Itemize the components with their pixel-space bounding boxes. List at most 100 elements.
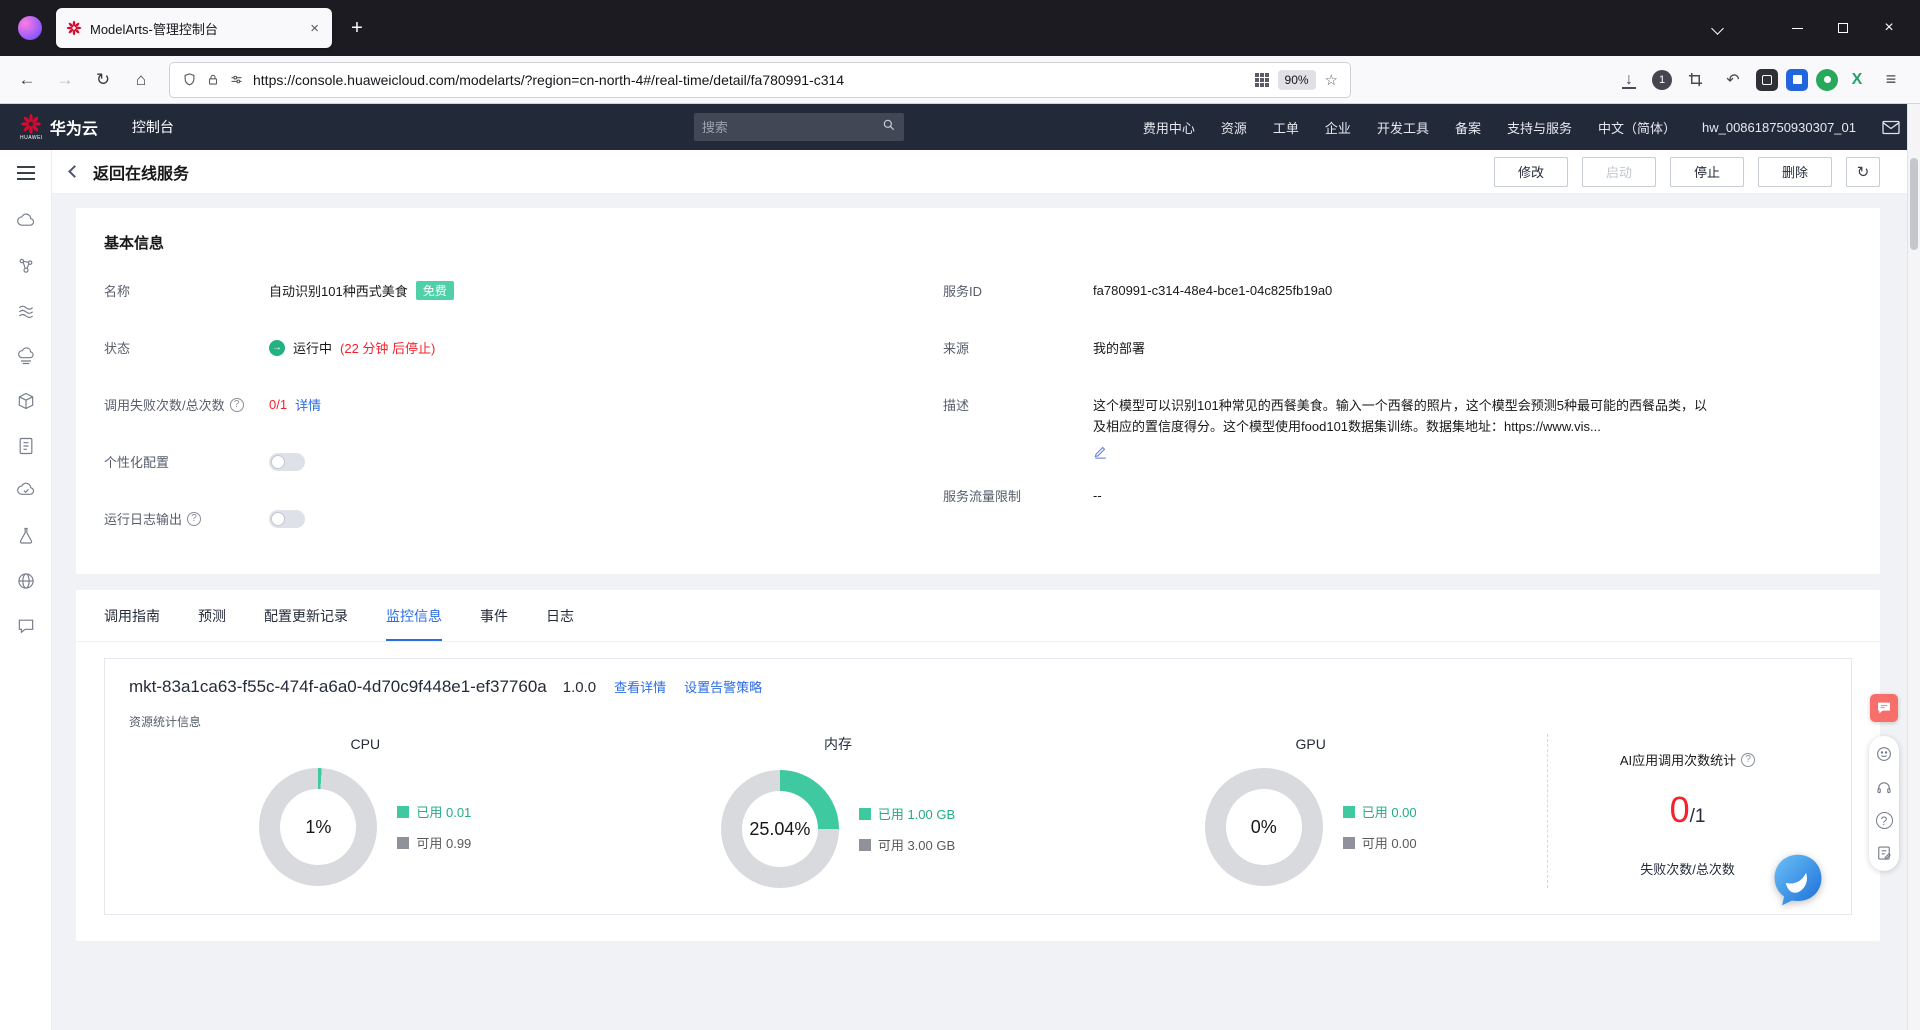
extension-icon-3[interactable] xyxy=(1816,68,1838,91)
app-body: 返回在线服务 修改 启动 停止 删除 ↻ 基本信息 名称 自动识别101种西式美… xyxy=(0,150,1920,1030)
firefox-view-icon[interactable] xyxy=(18,16,42,40)
modify-button[interactable]: 修改 xyxy=(1494,156,1568,187)
nav-account[interactable]: hw_008618750930307_01 xyxy=(1702,120,1856,135)
rail-document-icon[interactable] xyxy=(14,436,38,456)
tab-close-icon[interactable]: × xyxy=(307,20,322,37)
back-button[interactable]: ← xyxy=(10,63,44,97)
console-home-link[interactable]: 控制台 xyxy=(132,117,174,137)
delete-button[interactable]: 删除 xyxy=(1758,156,1832,187)
window-close-button[interactable]: × xyxy=(1866,8,1912,48)
log-output-toggle[interactable] xyxy=(269,509,305,528)
new-tab-button[interactable]: + xyxy=(340,11,374,45)
all-tabs-chevron-icon[interactable] xyxy=(1711,21,1724,35)
traffic-limit-label: 服务流量限制 xyxy=(943,488,1022,504)
rail-compute-icon[interactable] xyxy=(14,211,38,231)
help-icon[interactable]: ? xyxy=(1741,752,1756,767)
extension-icon-1[interactable] xyxy=(1756,68,1778,91)
console-search-input[interactable] xyxy=(701,119,882,135)
back-chevron-icon[interactable] xyxy=(68,165,81,178)
nav-enterprise[interactable]: 企业 xyxy=(1325,118,1351,137)
set-alarm-link[interactable]: 设置告警策略 xyxy=(684,677,762,696)
extension-icon-2[interactable] xyxy=(1786,68,1808,91)
screenshot-crop-icon[interactable] xyxy=(1680,65,1710,95)
smiley-icon[interactable] xyxy=(1874,744,1894,764)
tracking-shield-icon[interactable] xyxy=(182,72,197,87)
page-scrollbar[interactable] xyxy=(1907,104,1920,1030)
personalized-config-toggle[interactable] xyxy=(269,452,305,471)
page-header: 返回在线服务 修改 启动 停止 删除 ↻ xyxy=(52,150,1920,194)
free-legend-swatch xyxy=(858,838,871,851)
tab-call-guide[interactable]: 调用指南 xyxy=(104,590,160,641)
home-button[interactable]: ⌂ xyxy=(124,63,158,97)
survey-icon[interactable] xyxy=(1874,843,1894,863)
rail-cloud-service-icon[interactable] xyxy=(14,481,38,501)
tab-logs[interactable]: 日志 xyxy=(546,590,574,641)
service-actions: 修改 启动 停止 删除 ↻ xyxy=(1494,156,1880,187)
used-legend-swatch xyxy=(858,807,871,820)
question-icon[interactable]: ? xyxy=(1875,812,1893,829)
bird-widget[interactable] xyxy=(1768,850,1828,910)
browser-tab-strip: ModelArts-管理控制台 × + × xyxy=(0,0,1920,56)
window-minimize-button[interactable] xyxy=(1774,8,1820,48)
gpu-chart-title: GPU xyxy=(1295,736,1326,752)
bookmark-star-icon[interactable]: ☆ xyxy=(1325,71,1338,89)
nav-language[interactable]: 中文（简体） xyxy=(1598,118,1676,137)
tab-config-history[interactable]: 配置更新记录 xyxy=(264,590,348,641)
browser-tab-active[interactable]: ModelArts-管理控制台 × xyxy=(56,8,332,48)
edit-description-icon[interactable] xyxy=(1093,444,1108,459)
nav-resources[interactable]: 资源 xyxy=(1221,118,1247,137)
page-action-grid-icon[interactable] xyxy=(1254,72,1269,87)
help-icon[interactable]: ? xyxy=(229,397,244,412)
rail-model-icon[interactable] xyxy=(14,256,38,276)
site-permissions-icon[interactable] xyxy=(229,72,244,87)
headset-icon[interactable] xyxy=(1874,778,1894,798)
app-menu-icon[interactable]: ≡ xyxy=(1876,65,1906,95)
rail-data-icon[interactable] xyxy=(14,346,38,366)
console-search[interactable] xyxy=(693,113,904,141)
start-button[interactable]: 启动 xyxy=(1582,156,1656,187)
nav-dev-tools[interactable]: 开发工具 xyxy=(1377,118,1429,137)
tab-monitor[interactable]: 监控信息 xyxy=(386,590,442,641)
help-icon[interactable]: ? xyxy=(187,511,202,526)
rail-experiment-icon[interactable] xyxy=(14,526,38,546)
nav-tickets[interactable]: 工单 xyxy=(1273,118,1299,137)
rail-support-chat-icon[interactable] xyxy=(14,616,38,636)
view-detail-link[interactable]: 查看详情 xyxy=(614,677,666,696)
forward-button[interactable]: → xyxy=(48,63,82,97)
rail-container-icon[interactable] xyxy=(14,391,38,411)
traffic-limit-value: -- xyxy=(1093,487,1102,503)
huawei-cloud-logo[interactable]: HUAWEI 华为云 xyxy=(20,113,98,141)
downloads-button[interactable]: ↓ xyxy=(1614,65,1644,95)
url-text[interactable]: https://console.huaweicloud.com/modelart… xyxy=(253,72,1246,88)
undo-icon[interactable]: ↶ xyxy=(1718,65,1748,95)
menu-hamburger-icon[interactable] xyxy=(16,166,35,180)
traffic-limit-row: 服务流量限制 -- xyxy=(943,486,1852,505)
personalized-config-label: 个性化配置 xyxy=(104,455,170,470)
notification-badge-icon[interactable]: 1 xyxy=(1652,69,1672,90)
tab-predict[interactable]: 预测 xyxy=(198,590,226,641)
reload-button[interactable]: ↻ xyxy=(86,63,120,97)
scrollbar-thumb[interactable] xyxy=(1910,158,1918,250)
extension-icon-4[interactable]: X xyxy=(1846,69,1868,91)
nav-support[interactable]: 支持与服务 xyxy=(1507,118,1572,137)
mail-icon[interactable] xyxy=(1882,120,1900,135)
fail-detail-link[interactable]: 详情 xyxy=(295,395,321,414)
rail-network-icon[interactable] xyxy=(14,571,38,591)
address-bar[interactable]: https://console.huaweicloud.com/modelart… xyxy=(170,62,1350,97)
nav-icp[interactable]: 备案 xyxy=(1455,118,1481,137)
cpu-chart-group: CPU 1% 已用 0.01 可用 0.99 xyxy=(129,736,602,886)
zoom-level-indicator[interactable]: 90% xyxy=(1277,69,1316,90)
refresh-button[interactable]: ↻ xyxy=(1846,156,1880,187)
rail-modelarts-icon[interactable] xyxy=(14,301,38,321)
lock-icon[interactable] xyxy=(206,73,220,87)
nav-billing[interactable]: 费用中心 xyxy=(1143,118,1195,137)
stop-button[interactable]: 停止 xyxy=(1670,156,1744,187)
free-legend-swatch xyxy=(1342,836,1355,849)
tab-events[interactable]: 事件 xyxy=(480,590,508,641)
gpu-free-label: 可用 0.00 xyxy=(1361,836,1417,851)
gpu-donut-chart: 0% xyxy=(1204,768,1323,886)
search-icon[interactable] xyxy=(882,118,896,137)
window-maximize-button[interactable] xyxy=(1820,8,1866,48)
page-title[interactable]: 返回在线服务 xyxy=(93,160,189,184)
feedback-chat-button[interactable] xyxy=(1870,694,1898,722)
